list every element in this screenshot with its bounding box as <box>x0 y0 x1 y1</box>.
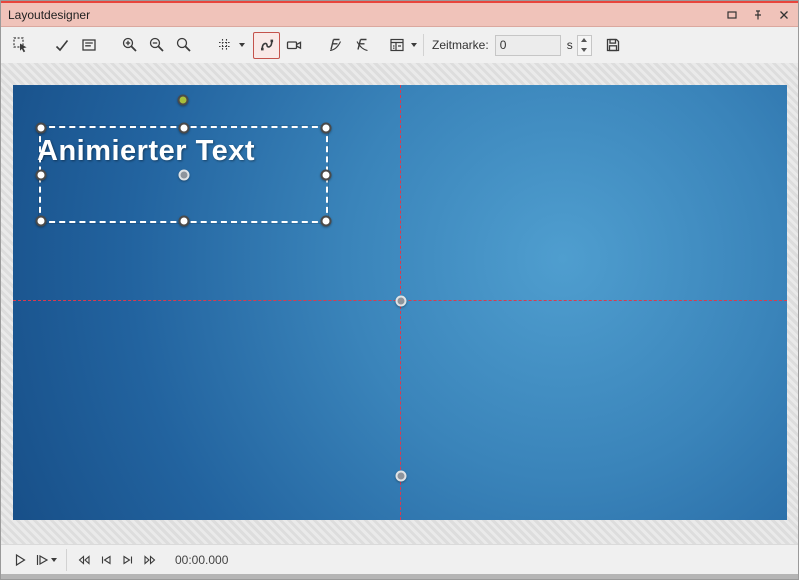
resize-handle-bottom-left[interactable] <box>36 216 47 227</box>
fast-forward-icon <box>142 552 158 568</box>
resize-handle-mid-left[interactable] <box>36 169 47 180</box>
play-from-timemark-icon <box>34 552 50 568</box>
motion-path-lower-handle[interactable] <box>396 471 407 482</box>
select-tool-icon <box>12 36 30 54</box>
checkmark-icon <box>53 36 71 54</box>
rewind-button[interactable] <box>73 548 95 572</box>
resize-handle-bottom-right[interactable] <box>321 216 332 227</box>
step-back-button[interactable] <box>95 548 117 572</box>
toolbar-separator <box>423 34 424 56</box>
zoom-out-icon <box>148 36 166 54</box>
zoom-reset-button[interactable] <box>170 32 197 59</box>
motion-path-center-handle[interactable] <box>396 296 407 307</box>
zeitmarke-stepper <box>577 35 592 56</box>
main-toolbar: Zeitmarke: s <box>1 27 798 63</box>
resize-handle-top-left[interactable] <box>36 123 47 134</box>
rewind-icon <box>76 552 92 568</box>
select-tool-button[interactable] <box>7 32 34 59</box>
motion-path-button[interactable] <box>253 32 280 59</box>
play-from-timemark-button[interactable] <box>31 548 60 572</box>
float-button[interactable] <box>725 8 739 22</box>
pin-button[interactable] <box>751 8 765 22</box>
fade-in-curve-icon <box>326 36 344 54</box>
stepper-up-button[interactable] <box>578 36 591 46</box>
play-icon <box>12 552 28 568</box>
window-controls <box>725 8 791 22</box>
fade-out-curve-icon <box>353 36 371 54</box>
workspace: Animierter Text <box>1 63 798 544</box>
resize-handle-bottom-center[interactable] <box>178 216 189 227</box>
grid-button[interactable] <box>211 32 238 59</box>
checkmark-tool-button[interactable] <box>48 32 75 59</box>
zeitmarke-unit: s <box>567 38 573 52</box>
camera-button[interactable] <box>280 32 307 59</box>
play-button[interactable] <box>9 548 31 572</box>
zoom-reset-icon <box>175 36 193 54</box>
fade-out-curve-button[interactable] <box>348 32 375 59</box>
video-camera-icon <box>285 36 303 54</box>
keyframe-table-dropdown-caret[interactable] <box>411 43 417 47</box>
resize-handle-top-right[interactable] <box>321 123 332 134</box>
zoom-in-button[interactable] <box>116 32 143 59</box>
save-icon <box>604 36 622 54</box>
zeitmarke-label: Zeitmarke: <box>432 38 489 52</box>
window-titlebar[interactable]: Layoutdesigner <box>1 1 798 27</box>
zoom-in-icon <box>121 36 139 54</box>
close-icon[interactable] <box>777 8 791 22</box>
play-from-dropdown-caret[interactable] <box>51 558 57 562</box>
layout-canvas[interactable]: Animierter Text <box>13 85 787 520</box>
zeitmarke-input[interactable] <box>495 35 561 56</box>
playback-bar: 00:00.000 <box>1 544 798 574</box>
fast-forward-button[interactable] <box>139 548 161 572</box>
selection-box[interactable] <box>39 126 328 223</box>
stepper-down-button[interactable] <box>578 45 591 55</box>
layoutdesigner-window: Layoutdesigner <box>0 0 799 580</box>
step-forward-icon <box>120 552 136 568</box>
step-forward-button[interactable] <box>117 548 139 572</box>
rotation-handle[interactable] <box>178 95 189 106</box>
keyframe-table-icon <box>388 36 406 54</box>
text-lines-icon <box>80 36 98 54</box>
grid-dropdown-caret[interactable] <box>239 43 245 47</box>
resize-handle-mid-right[interactable] <box>321 169 332 180</box>
save-button[interactable] <box>600 32 627 59</box>
selection-center-handle[interactable] <box>178 169 189 180</box>
text-lines-tool-button[interactable] <box>75 32 102 59</box>
time-display: 00:00.000 <box>175 553 228 567</box>
zoom-out-button[interactable] <box>143 32 170 59</box>
fade-in-curve-button[interactable] <box>321 32 348 59</box>
playbar-separator <box>66 549 67 571</box>
resize-handle-top-center[interactable] <box>178 123 189 134</box>
window-title: Layoutdesigner <box>8 8 90 22</box>
bottom-resize-strip[interactable] <box>1 574 798 579</box>
keyframe-table-button[interactable] <box>383 32 410 59</box>
grid-icon <box>216 36 234 54</box>
motion-path-icon <box>258 36 276 54</box>
step-back-icon <box>98 552 114 568</box>
